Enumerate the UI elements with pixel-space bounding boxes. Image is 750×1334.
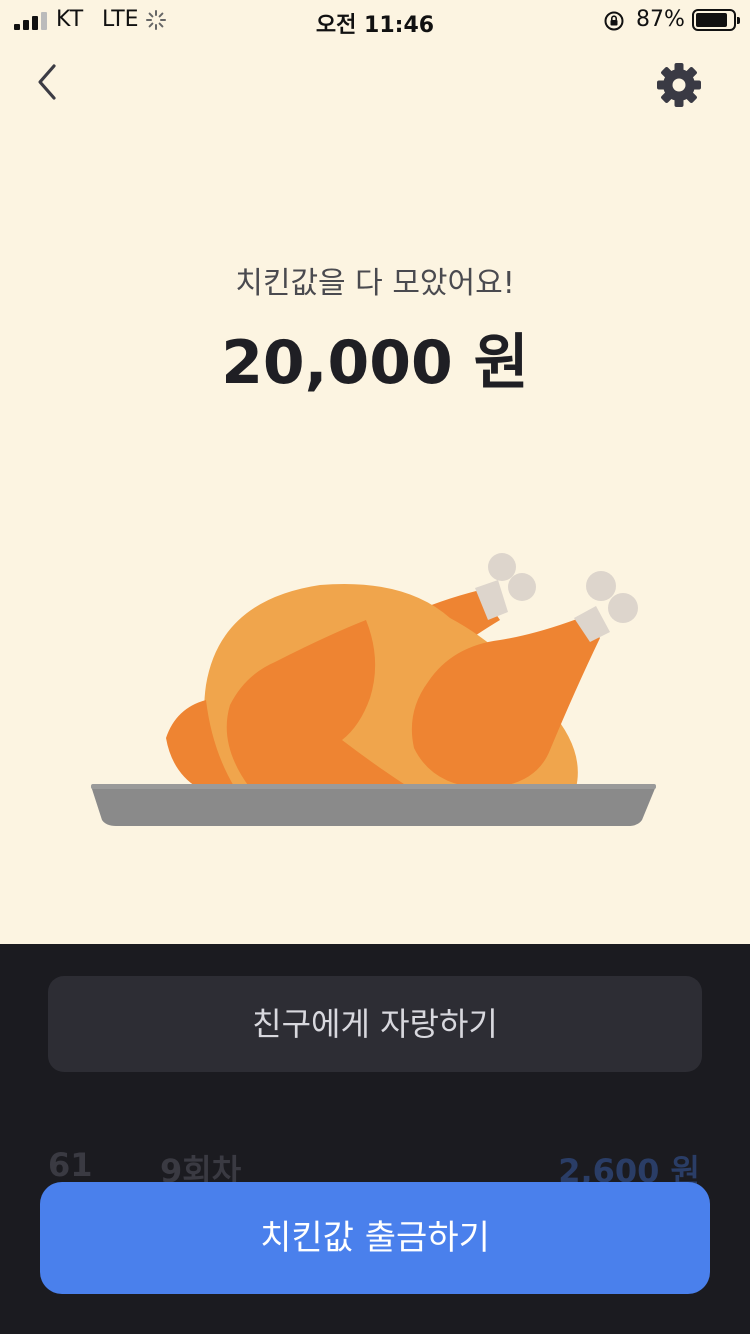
chicken-illustration: [91, 553, 656, 826]
history-number: 61: [48, 1146, 93, 1184]
gear-icon: [657, 63, 701, 107]
headline: 치킨값을 다 모았어요!: [235, 266, 515, 301]
back-button[interactable]: [24, 56, 72, 108]
battery-icon: [692, 9, 740, 31]
battery-percent: 87%: [636, 7, 685, 32]
withdraw-button[interactable]: 치킨값 출금하기: [40, 1182, 710, 1294]
tray: [91, 786, 656, 826]
share-with-friends-button[interactable]: 친구에게 자랑하기: [48, 976, 702, 1072]
settings-button[interactable]: [652, 58, 706, 112]
rotation-lock-icon: [604, 11, 624, 31]
saved-amount: 20,000 원: [221, 328, 529, 398]
top-area: KT LTE 오전 11:46 87% 치킨값을 다 모았어요! 20,000 …: [0, 0, 750, 944]
chevron-left-icon: [38, 64, 56, 100]
status-bar: KT LTE 오전 11:46 87%: [0, 0, 750, 40]
